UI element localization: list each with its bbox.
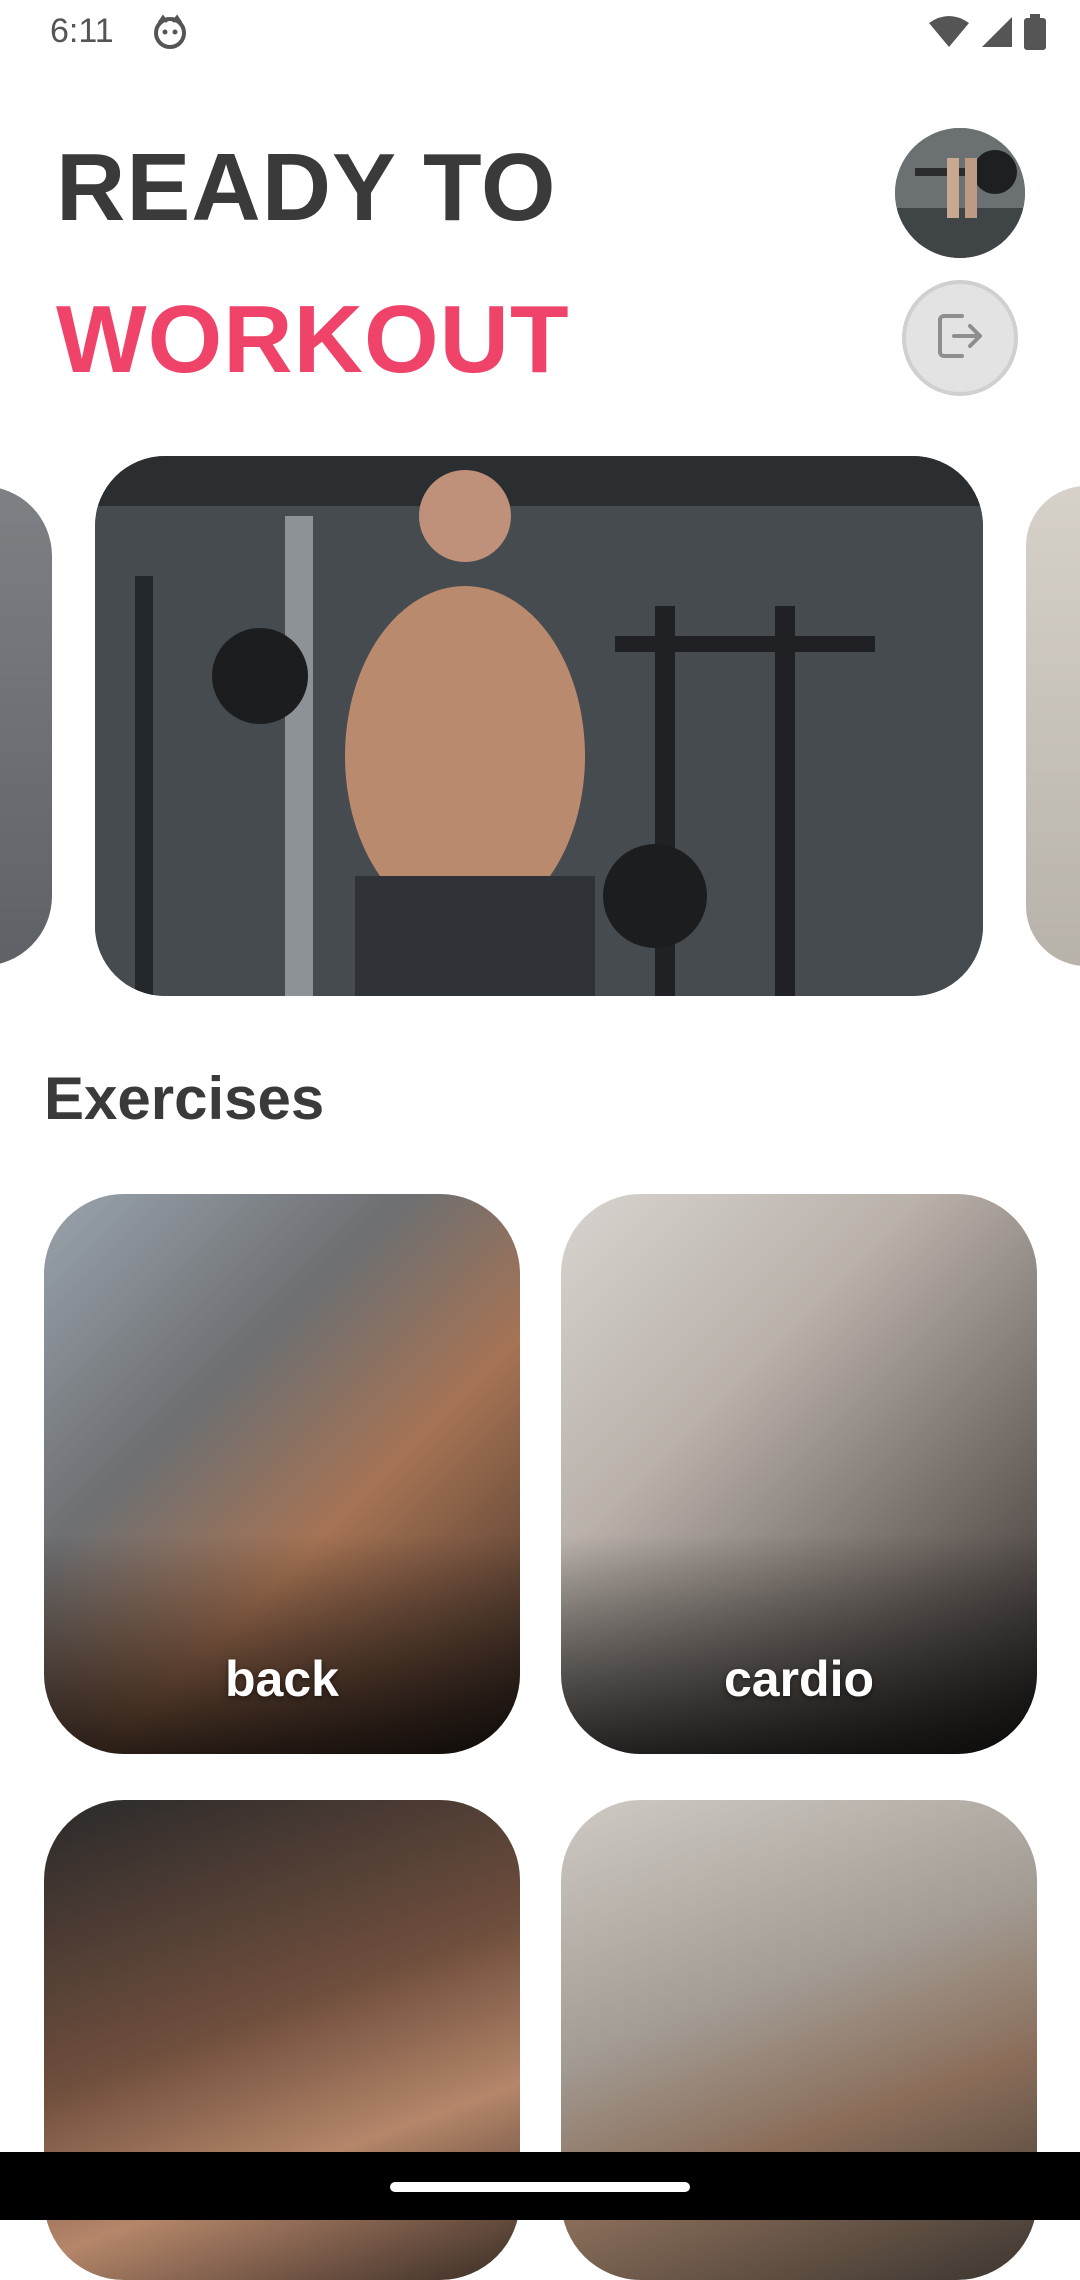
logout-button[interactable] [902, 280, 1018, 396]
workout-carousel[interactable] [0, 456, 1080, 998]
logout-icon [932, 308, 988, 369]
status-bar: 6:11 [0, 0, 1080, 66]
workout-image-main[interactable] [95, 456, 983, 996]
exercise-card-label: cardio [723, 1651, 875, 1707]
status-time: 6:11 [50, 12, 114, 50]
status-icons [928, 14, 1046, 55]
card-shade [44, 1534, 520, 1754]
cellular-signal-icon [980, 15, 1014, 54]
card-shade [561, 1534, 1037, 1754]
title-line-1: READY TO [56, 134, 557, 241]
gym-man-dumbbells-photo [95, 456, 983, 996]
workout-image-left[interactable] [0, 486, 52, 966]
workout-image-right[interactable] [1026, 486, 1080, 966]
exercises-section-title: Exercises [44, 1065, 325, 1132]
exercise-card-back[interactable]: back [44, 1194, 520, 1754]
avatar-photo [895, 128, 1025, 258]
avatar[interactable] [895, 128, 1025, 258]
home-gesture-handle[interactable] [390, 2182, 690, 2192]
exercise-card-cardio[interactable]: cardio [561, 1194, 1037, 1754]
battery-icon [1024, 14, 1046, 55]
exercise-card-label: back [225, 1651, 339, 1707]
wifi-icon [928, 15, 970, 54]
app-notification-icon [152, 14, 188, 50]
title-line-2: WORKOUT [56, 286, 570, 393]
